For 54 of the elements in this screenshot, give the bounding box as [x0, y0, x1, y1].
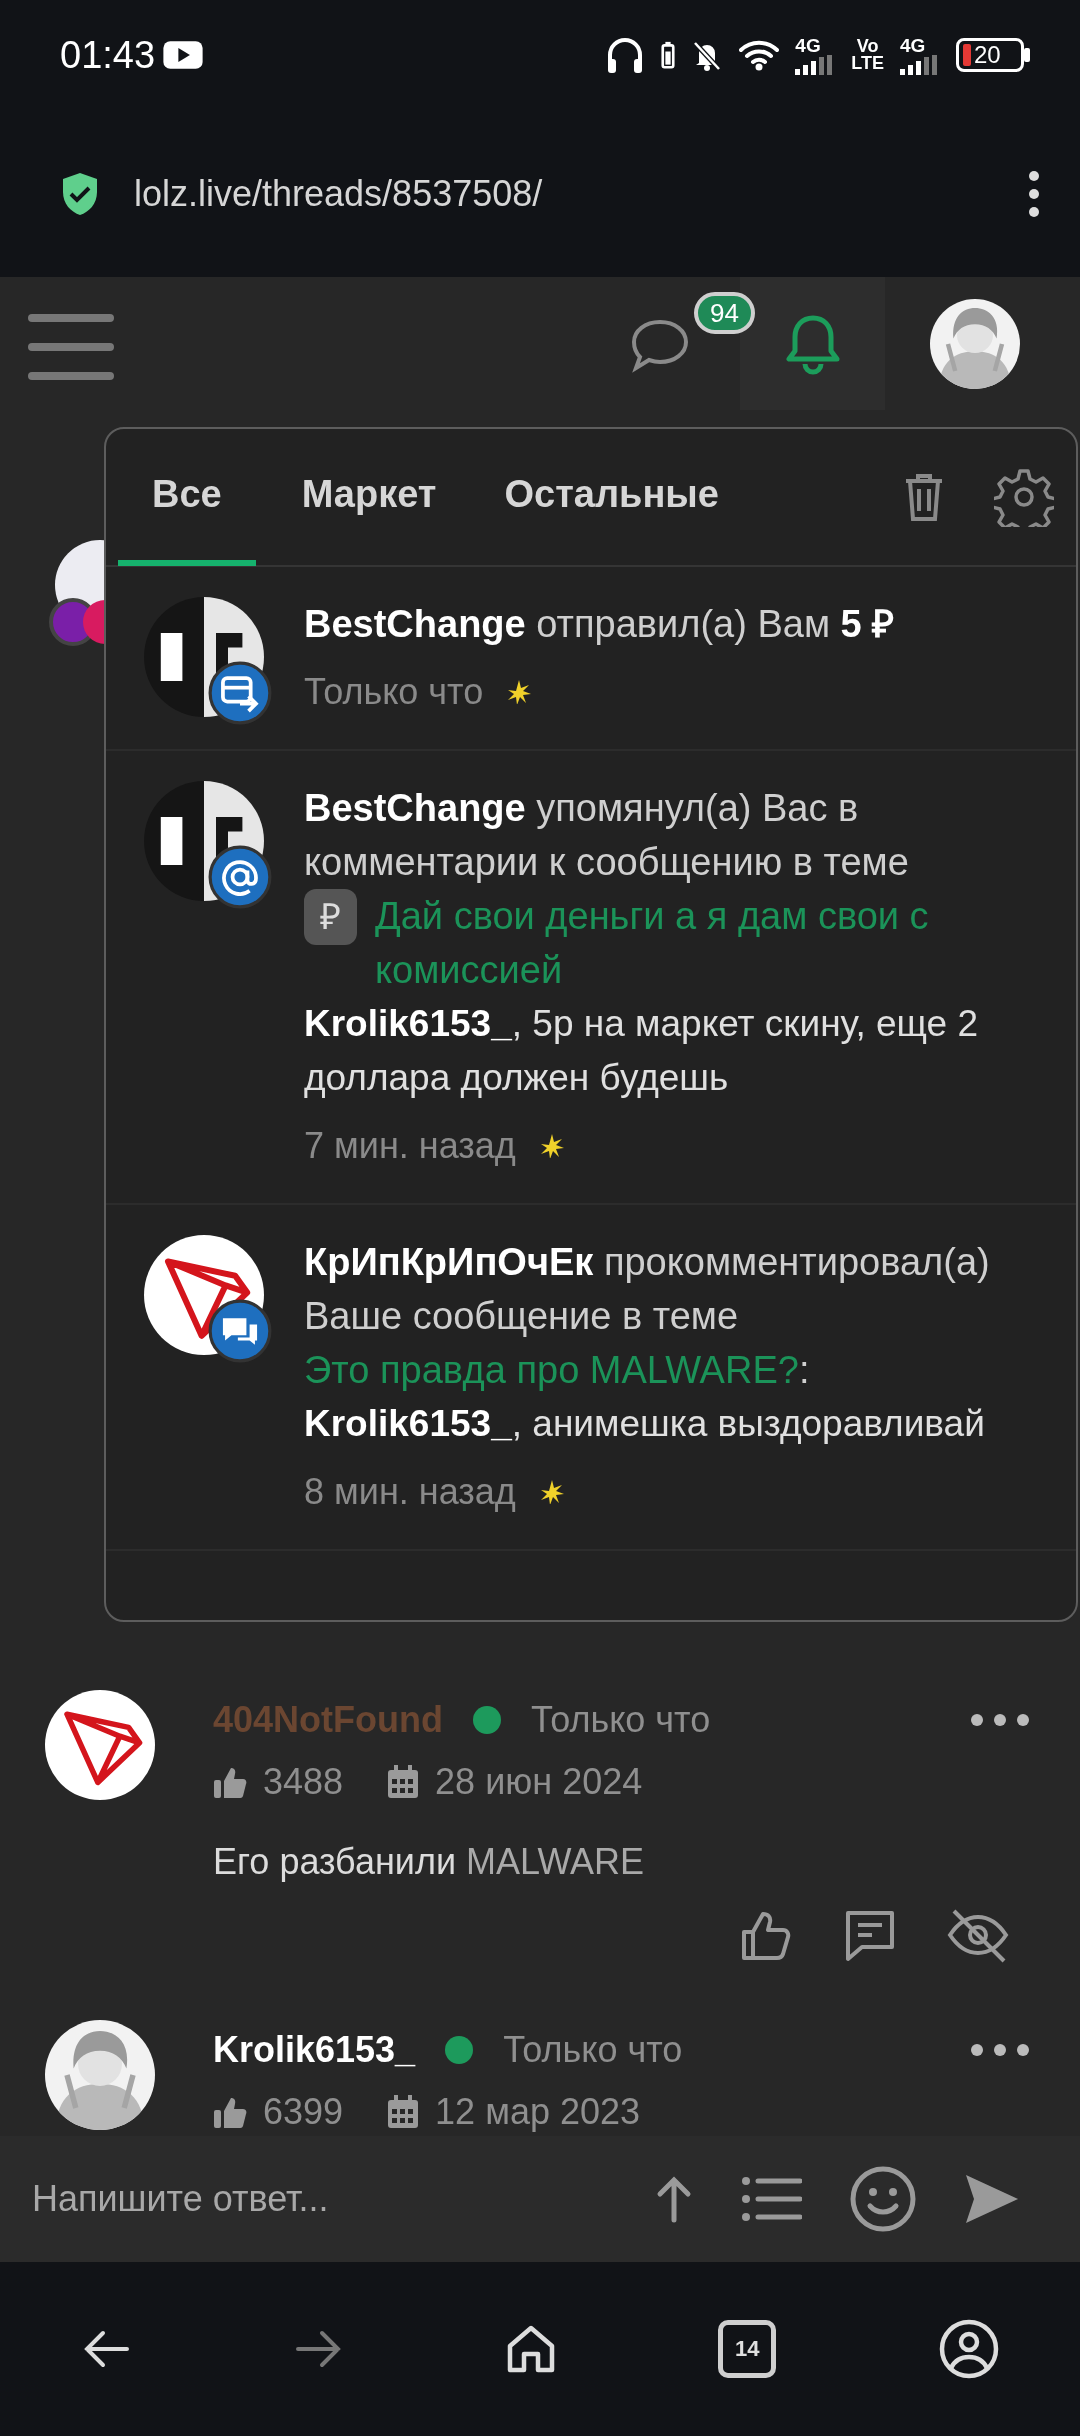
more-icon[interactable]: [970, 2043, 1030, 2057]
network-label: LTE: [851, 55, 884, 73]
notification-text: BestChange отправил(а) Вам 5 ₽: [304, 602, 896, 647]
tab[interactable]: Маркет: [267, 429, 471, 566]
timestamp: 8 мин. назад: [304, 1470, 516, 1514]
thumbs-up-icon: [213, 2095, 247, 2129]
network-label: Vo: [855, 37, 880, 55]
shield-check-icon: [60, 170, 100, 217]
wifi-icon: [739, 39, 780, 71]
join-date: 12 мар 2023: [435, 2090, 641, 2134]
battery-icon: [661, 40, 676, 70]
comment-text: Krolik6153_, анимешка выздоравливай: [304, 1402, 986, 1446]
account-icon[interactable]: [938, 2319, 999, 2379]
post-time: Только что: [503, 2028, 684, 2072]
more-icon[interactable]: [970, 1713, 1030, 1727]
tab[interactable]: Все: [118, 429, 256, 566]
transfer-icon: [208, 661, 272, 725]
timestamp: 7 мин. назад: [304, 1124, 516, 1168]
tab[interactable]: Остальные: [470, 429, 753, 566]
at-sign-icon: [208, 845, 272, 909]
join-date: 28 июн 2024: [435, 1760, 643, 1804]
clock: 01:43: [60, 32, 156, 78]
video-app-icon: [163, 40, 204, 70]
avatar[interactable]: [45, 1690, 155, 1800]
notification-text: КрИпКрИпОчЕк прокомментировал(а) Ваше сообщение в теме Это правда про MALWARE?:: [304, 1235, 1040, 1397]
author-name[interactable]: Krolik6153_: [213, 2023, 416, 2077]
like-count: 3488: [263, 1760, 344, 1804]
network-label: 4G: [900, 35, 926, 55]
thread-link[interactable]: Это правда про MALWARE?: [304, 1343, 799, 1397]
thread-link[interactable]: Дай свои деньги а я дам свои с комиссией: [375, 889, 1040, 997]
timestamp: Только что: [304, 670, 484, 714]
mention-link[interactable]: MALWARE: [466, 1841, 645, 1882]
comments-icon: [208, 1299, 272, 1363]
like-count: 6399: [263, 2090, 344, 2134]
notification-text: BestChange упомянул(а) Вас в комментарии к сообщению в теме: [304, 786, 910, 885]
tabs-button[interactable]: 14: [718, 2320, 777, 2378]
signal-icon: [900, 54, 940, 75]
home-icon[interactable]: [505, 2324, 556, 2374]
emoji-icon[interactable]: [850, 2166, 916, 2232]
post-time: Только что: [531, 1698, 712, 1742]
battery-percent: 20: [974, 43, 1001, 67]
network-label: 4G: [795, 35, 821, 55]
calendar-icon: [387, 2095, 420, 2129]
message-count-badge: 94: [694, 291, 755, 334]
battery-level-fill: [963, 44, 971, 66]
comment-text: Krolik6153_, 5р на маркет скину, еще 2 доллара должен будешь: [304, 1002, 979, 1100]
currency-tag: ₽: [304, 889, 357, 945]
calendar-icon: [387, 1765, 420, 1799]
thumbs-up-icon: [213, 1765, 247, 1799]
eye-off-icon[interactable]: [946, 1907, 1010, 1963]
settings-icon[interactable]: [994, 467, 1054, 527]
list-icon[interactable]: [742, 2177, 802, 2221]
post-text: Его разбанили MALWARE: [213, 1840, 646, 1884]
more-menu-icon[interactable]: [1028, 169, 1040, 218]
